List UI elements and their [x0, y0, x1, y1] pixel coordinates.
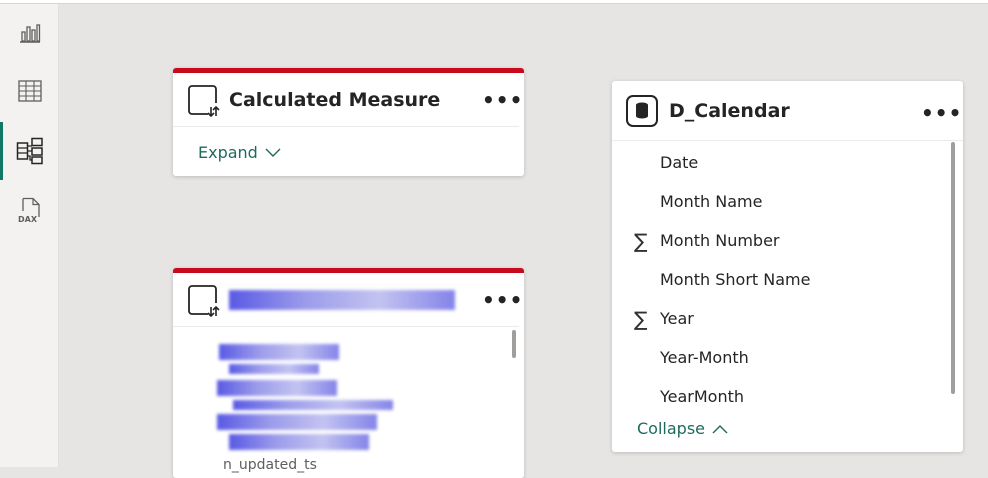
- measure-table-icon: [188, 285, 220, 317]
- redacted-field: [219, 344, 339, 360]
- card-divider: [173, 126, 519, 127]
- field-label: Year: [660, 309, 694, 328]
- chevron-down-icon: [265, 148, 281, 157]
- card-header-bar: [173, 268, 524, 273]
- top-border: [0, 0, 988, 4]
- nav-dax-query-view[interactable]: DAX: [0, 182, 59, 240]
- collapse-label: Collapse: [637, 419, 705, 438]
- redacted-field: [217, 380, 337, 396]
- field-label: Date: [660, 153, 699, 172]
- redacted-field: [229, 364, 319, 374]
- field-row[interactable]: ∑ Year: [634, 299, 934, 338]
- field-row[interactable]: Month Name: [634, 182, 934, 221]
- table-icon: [17, 80, 42, 102]
- more-options-button[interactable]: •••: [921, 103, 962, 123]
- card-divider: [173, 326, 519, 327]
- expand-button[interactable]: Expand: [198, 143, 282, 162]
- sigma-icon: ∑: [634, 306, 648, 331]
- field-label: Year-Month: [660, 348, 749, 367]
- measure-table-icon: [188, 85, 220, 117]
- calculated-measure-card[interactable]: Calculated Measure ••• Expand: [173, 68, 524, 176]
- card-title: Calculated Measure: [229, 89, 441, 111]
- card-divider: [612, 140, 963, 141]
- scrollbar-thumb[interactable]: [512, 330, 516, 358]
- field-row[interactable]: ∑ Month Number: [634, 221, 934, 260]
- redacted-field: [229, 434, 369, 450]
- card-title: D_Calendar: [669, 100, 790, 122]
- redacted-title: [229, 290, 455, 310]
- bar-chart-icon: [19, 24, 40, 43]
- field-label: Month Short Name: [660, 270, 811, 289]
- dax-icon-label: DAX: [18, 215, 38, 224]
- nav-table-view[interactable]: [0, 62, 59, 120]
- redacted-field: [217, 414, 377, 430]
- chevron-up-icon: [712, 424, 728, 433]
- nav-model-view[interactable]: [0, 122, 59, 180]
- sigma-icon: ∑: [634, 228, 648, 253]
- table-data-icon: [626, 95, 658, 127]
- field-row[interactable]: Year-Month: [634, 338, 934, 377]
- scrollbar-thumb[interactable]: [951, 142, 955, 394]
- partial-field-label: n_updated_ts: [223, 457, 317, 473]
- redacted-field: [233, 400, 393, 410]
- expand-label: Expand: [198, 143, 258, 162]
- d-calendar-card[interactable]: D_Calendar ••• Date Month Name ∑ Month Numb…: [612, 81, 963, 452]
- view-sidebar: DAX: [0, 4, 59, 467]
- collapse-button[interactable]: Collapse: [637, 419, 729, 438]
- card-header[interactable]: D_Calendar: [612, 93, 963, 129]
- card-header-bar: [173, 68, 524, 73]
- field-label: Month Number: [660, 231, 780, 250]
- field-row[interactable]: Date: [634, 143, 934, 182]
- field-label: YearMonth: [660, 387, 745, 406]
- model-icon: [16, 137, 43, 165]
- field-row[interactable]: Month Short Name: [634, 260, 934, 299]
- card-header[interactable]: [173, 282, 524, 318]
- field-row[interactable]: YearMonth: [634, 377, 934, 416]
- more-options-button[interactable]: •••: [482, 90, 523, 110]
- card-header[interactable]: Calculated Measure: [173, 82, 524, 118]
- field-label: Month Name: [660, 192, 763, 211]
- nav-report-view[interactable]: [0, 4, 59, 62]
- dax-icon: DAX: [18, 197, 40, 224]
- more-options-button[interactable]: •••: [482, 290, 523, 310]
- redacted-table-card[interactable]: ••• n_updated_ts: [173, 268, 524, 478]
